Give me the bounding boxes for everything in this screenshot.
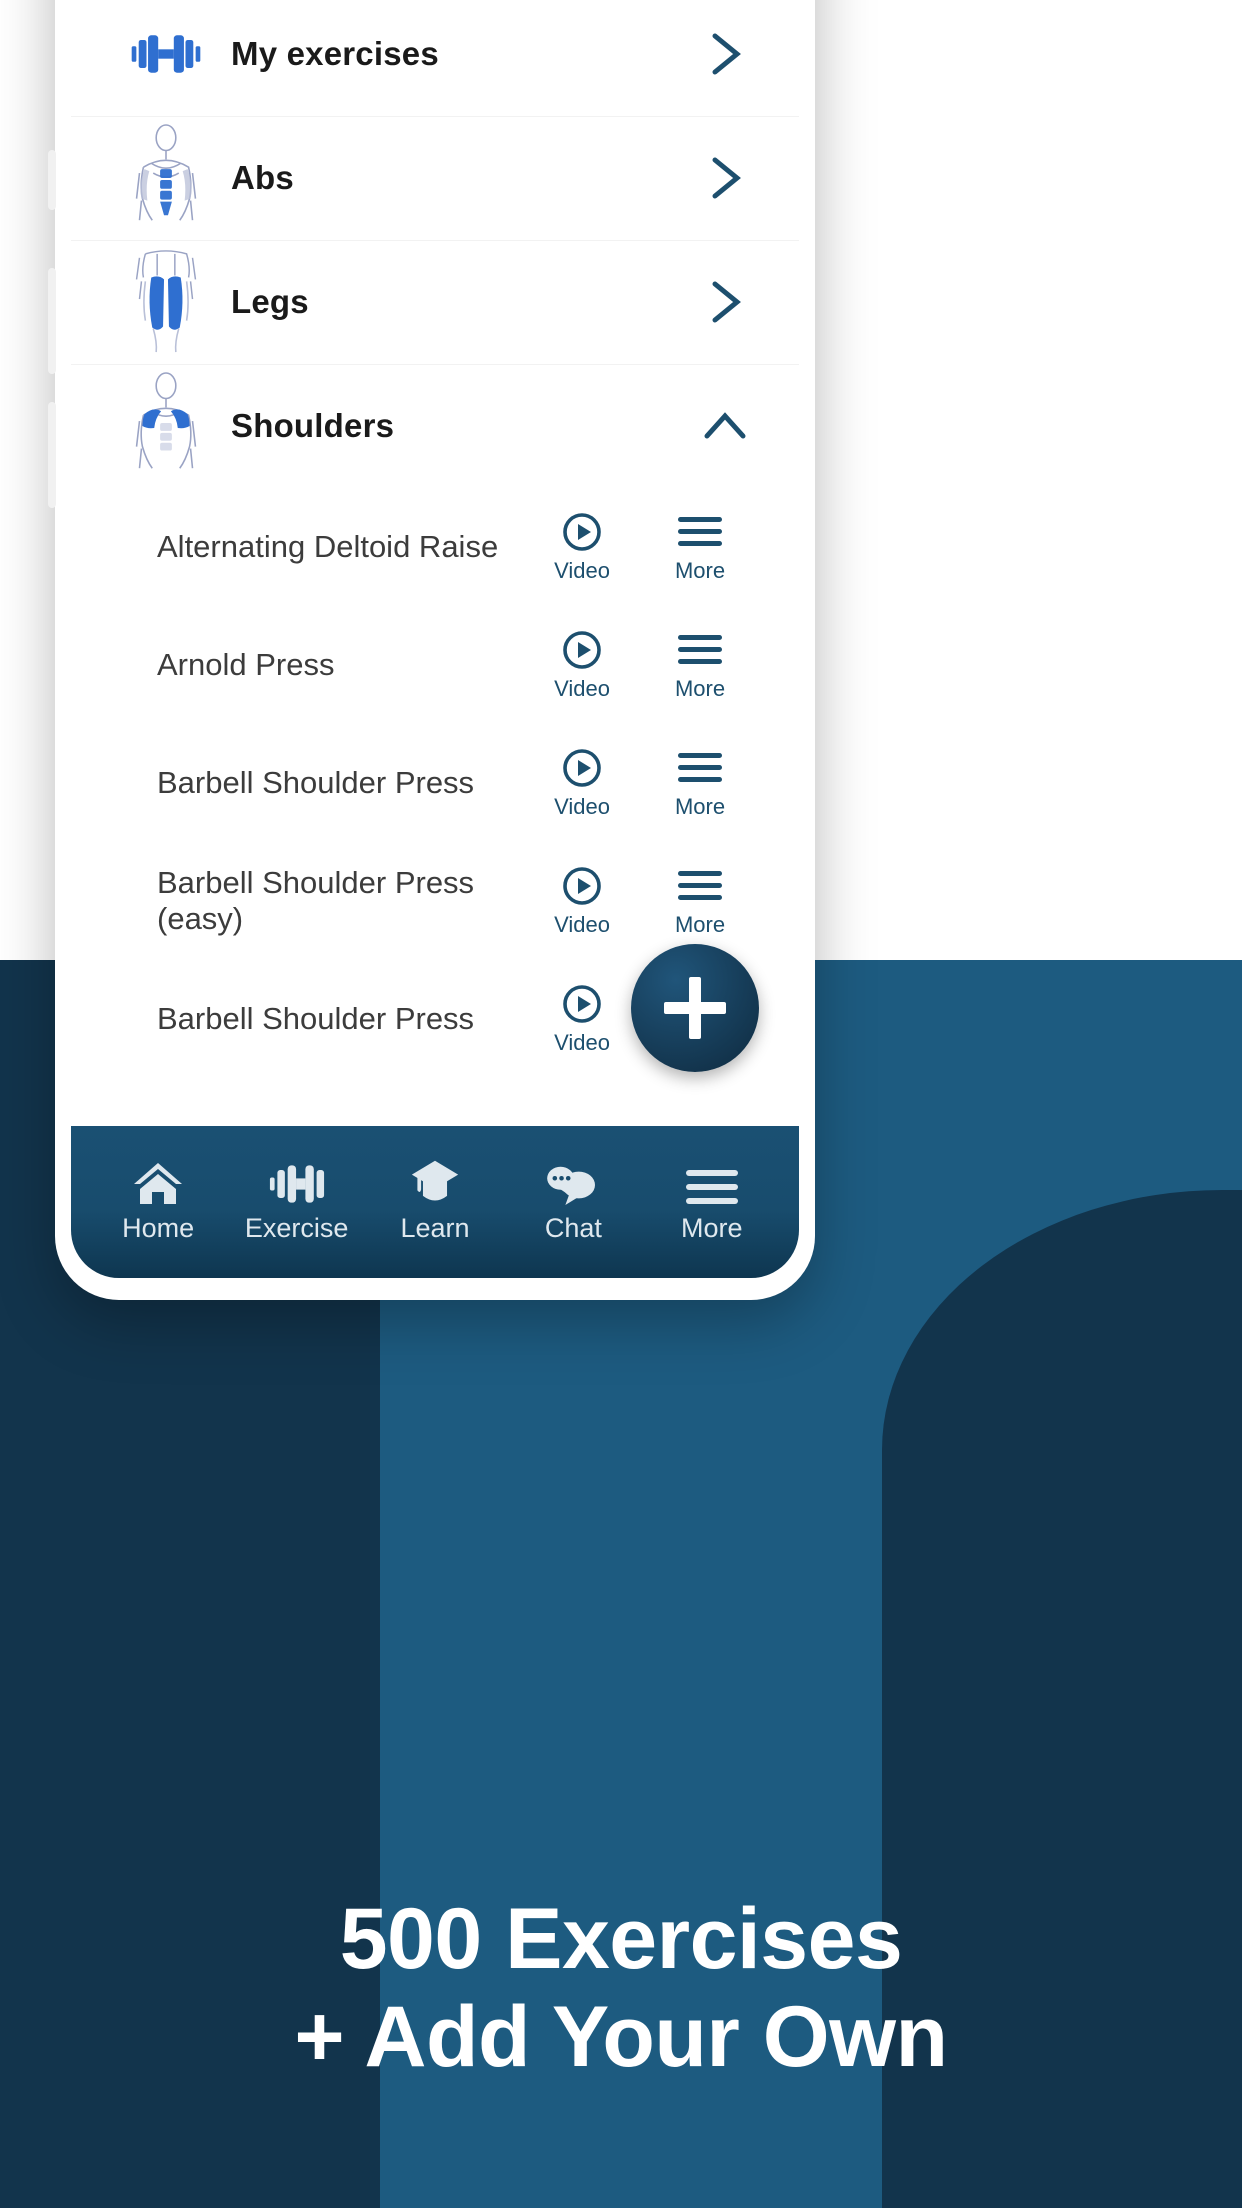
category-row-shoulders[interactable]: Shoulders (71, 364, 799, 488)
category-row-abs[interactable]: Abs (71, 116, 799, 240)
hamburger-icon (678, 747, 722, 789)
hamburger-icon (685, 1152, 738, 1206)
more-button[interactable]: More (641, 865, 759, 938)
category-label: Shoulders (231, 407, 395, 444)
promo-screenshot: Favorites (0, 0, 1242, 2208)
home-icon (132, 1152, 184, 1206)
headline-line-2: + Add Your Own (294, 1989, 948, 2086)
category-row-legs[interactable]: Legs (71, 240, 799, 364)
exercise-row[interactable]: Arnold Press Video More (71, 606, 799, 724)
nav-item-chat[interactable]: Chat (508, 1152, 638, 1244)
nav-label: Exercise (244, 1213, 349, 1243)
nav-label: Learn (400, 1213, 470, 1243)
hamburger-icon (678, 865, 722, 907)
nav-item-exercise[interactable]: Exercise (232, 1152, 362, 1244)
video-button[interactable]: Video (523, 511, 641, 584)
body-shoulders-icon (123, 372, 209, 480)
more-label: More (674, 911, 726, 937)
video-label: Video (554, 675, 610, 701)
video-label: Video (554, 911, 610, 937)
more-button[interactable]: More (641, 511, 759, 584)
add-exercise-fab[interactable] (631, 944, 759, 1072)
more-button[interactable]: More (641, 747, 759, 820)
phone-screen: Favorites (71, 0, 799, 1278)
chevron-right-icon[interactable] (695, 24, 755, 84)
exercise-category-list: Favorites (71, 0, 799, 1078)
exercise-row[interactable]: Barbell Shoulder Press (easy) Video More (71, 842, 799, 960)
dumbbell-icon (269, 1152, 325, 1206)
nav-label: Chat (544, 1213, 602, 1243)
video-button[interactable]: Video (523, 747, 641, 820)
video-button[interactable]: Video (523, 983, 641, 1056)
exercise-row[interactable]: Barbell Shoulder Press Video (71, 724, 799, 842)
more-label: More (674, 557, 726, 583)
hamburger-icon (678, 511, 722, 553)
plus-icon (664, 977, 726, 1039)
video-label: Video (554, 557, 610, 583)
nav-label: Home (122, 1213, 195, 1243)
category-row-my-exercises[interactable]: My exercises (71, 0, 799, 116)
dumbbell-icon (123, 0, 209, 108)
exercise-row[interactable]: Alternating Deltoid Raise Video More (71, 488, 799, 606)
play-circle-icon (562, 511, 602, 553)
video-label: Video (554, 1029, 610, 1055)
phone-mockup: Favorites (48, 0, 815, 1300)
body-abs-icon (123, 124, 209, 232)
chat-bubbles-icon (546, 1152, 600, 1206)
graduation-cap-icon (410, 1152, 460, 1206)
video-button[interactable]: Video (523, 865, 641, 938)
more-label: More (674, 675, 726, 701)
body-legs-icon (123, 248, 209, 356)
nav-item-home[interactable]: Home (93, 1152, 223, 1244)
category-label: Legs (231, 283, 309, 320)
chevron-up-icon[interactable] (695, 396, 755, 456)
phone-side-button-volume-down (48, 402, 56, 508)
chevron-right-icon[interactable] (695, 272, 755, 332)
phone-side-button-volume-up (48, 268, 56, 374)
promo-headline: 500 Exercises + Add Your Own (0, 1890, 1242, 2086)
more-label: More (674, 793, 726, 819)
category-label: My exercises (231, 35, 439, 72)
more-button[interactable]: More (641, 629, 759, 702)
exercise-name: Barbell Shoulder Press (easy) (157, 865, 475, 936)
exercise-name: Alternating Deltoid Raise (157, 529, 499, 564)
nav-item-learn[interactable]: Learn (370, 1152, 500, 1244)
video-button[interactable]: Video (523, 629, 641, 702)
headline-line-1: 500 Exercises (339, 1891, 903, 1987)
exercise-name: Barbell Shoulder Press (157, 765, 475, 800)
nav-label: More (680, 1213, 743, 1243)
play-circle-icon (562, 629, 602, 671)
exercise-name: Barbell Shoulder Press (157, 1001, 475, 1036)
bottom-navigation-bar: Home Exercise Learn Chat More (71, 1126, 799, 1278)
exercise-name: Arnold Press (157, 647, 335, 682)
phone-side-button-mute (48, 150, 56, 210)
play-circle-icon (562, 865, 602, 907)
chevron-right-icon[interactable] (695, 148, 755, 208)
video-label: Video (554, 793, 610, 819)
nav-item-more[interactable]: More (647, 1152, 777, 1244)
play-circle-icon (562, 983, 602, 1025)
play-circle-icon (562, 747, 602, 789)
category-label: Abs (231, 159, 294, 196)
hamburger-icon (678, 629, 722, 671)
